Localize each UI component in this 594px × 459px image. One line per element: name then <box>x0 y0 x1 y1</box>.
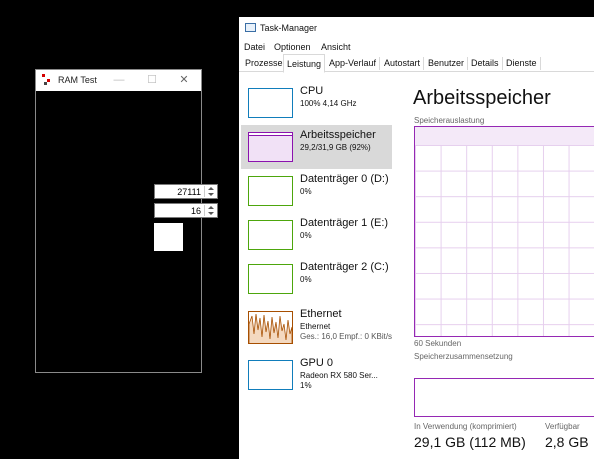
sidebar-item-label: Ethernet <box>300 308 342 320</box>
menu-datei[interactable]: Datei <box>244 42 265 52</box>
composition-label: Speicherzusammensetzung <box>414 352 513 361</box>
sidebar-item-label: Datenträger 2 (C:) <box>300 261 389 273</box>
tab-autostart[interactable]: Autostart <box>381 57 425 70</box>
page-title: Arbeitsspeicher <box>413 87 551 109</box>
tab-app-verlauf[interactable]: App-Verlauf <box>326 57 381 70</box>
task-manager-icon <box>245 23 256 32</box>
task-manager-titlebar[interactable]: Task-Manager <box>239 17 594 39</box>
memory-usage-grid <box>415 145 594 336</box>
start-button[interactable] <box>154 223 183 251</box>
disk-graph-thumbnail <box>248 220 293 250</box>
sidebar-item-disk-0[interactable]: Datenträger 0 (D:) 0% <box>241 169 392 213</box>
sidebar-item-label: Datenträger 1 (E:) <box>300 217 389 229</box>
ram-test-window: RAM Test — ☐ ✕ 27111 16 <box>35 69 218 373</box>
stepper-value: 16 <box>190 206 201 216</box>
sidebar-item-gpu[interactable]: GPU 0 Radeon RX 580 Ser... 1% <box>241 353 392 397</box>
sidebar-item-disk-1[interactable]: Datenträger 1 (E:) 0% <box>241 213 392 257</box>
minimize-icon[interactable]: — <box>110 72 128 88</box>
sidebar-item-value: 29,2/31,9 GB (92%) <box>300 143 371 152</box>
sidebar-item-label: Arbeitsspeicher <box>300 129 376 141</box>
sidebar-item-value: 0% <box>300 187 312 196</box>
available-value: 2,8 GB <box>545 434 589 450</box>
task-manager-window: Task-Manager Datei Optionen Ansicht Proz… <box>239 17 594 459</box>
memory-detail-pane: Arbeitsspeicher Speicherauslastung 60 Se… <box>399 72 594 459</box>
window-title: RAM Test <box>58 75 97 85</box>
time-axis-label: 60 Sekunden <box>414 339 462 348</box>
tab-prozesse[interactable]: Prozesse <box>242 57 287 70</box>
menu-optionen[interactable]: Optionen <box>274 42 311 52</box>
sidebar-item-usage: 1% <box>300 381 312 390</box>
stepper-value: 27111 <box>177 187 201 197</box>
sidebar-item-memory[interactable]: Arbeitsspeicher 29,2/31,9 GB (92%) <box>241 125 392 169</box>
tab-bar: Prozesse Leistung App-Verlauf Autostart … <box>239 54 594 73</box>
sidebar-item-disk-2[interactable]: Datenträger 2 (C:) 0% <box>241 257 392 301</box>
tab-benutzer[interactable]: Benutzer <box>425 57 469 70</box>
sidebar-item-cpu[interactable]: CPU 100% 4,14 GHz <box>241 81 392 125</box>
sidebar-item-throughput: Ges.: 16,0 Empf.: 0 KBit/s <box>300 332 393 341</box>
stepper-arrows-icon[interactable] <box>204 205 216 216</box>
gpu-graph-thumbnail <box>248 360 293 390</box>
stepper-arrows-icon[interactable] <box>204 186 216 197</box>
sidebar-item-label: CPU <box>300 85 324 97</box>
memory-composition-bar <box>414 378 594 417</box>
memory-usage-graph <box>414 126 594 337</box>
usage-graph-label: Speicherauslastung <box>414 116 485 125</box>
disk-graph-thumbnail <box>248 264 293 294</box>
sidebar-item-value: 0% <box>300 275 312 284</box>
tab-dienste[interactable]: Dienste <box>503 57 541 70</box>
menu-ansicht[interactable]: Ansicht <box>321 42 351 52</box>
close-icon[interactable]: ✕ <box>175 72 193 88</box>
menu-bar: Datei Optionen Ansicht <box>239 39 594 55</box>
memory-graph-thumbnail <box>248 132 293 162</box>
app-icon <box>42 74 52 85</box>
cpu-graph-thumbnail <box>248 88 293 118</box>
threads-stepper[interactable]: 16 <box>154 203 218 218</box>
tab-details[interactable]: Details <box>468 57 503 70</box>
disk-graph-thumbnail <box>248 176 293 206</box>
sidebar-item-value: 0% <box>300 231 312 240</box>
in-use-value: 29,1 GB (112 MB) <box>414 434 526 450</box>
sidebar-item-label: Datenträger 0 (D:) <box>300 173 389 185</box>
tab-leistung[interactable]: Leistung <box>283 54 326 73</box>
available-label: Verfügbar <box>545 422 580 431</box>
window-title: Task-Manager <box>260 23 318 33</box>
ram-test-titlebar[interactable]: RAM Test — ☐ ✕ <box>36 70 201 91</box>
ethernet-traffic-icon <box>249 313 292 343</box>
ethernet-graph-thumbnail <box>248 311 293 344</box>
maximize-icon[interactable]: ☐ <box>143 72 161 88</box>
sidebar-item-value: Radeon RX 580 Ser... <box>300 371 378 380</box>
sidebar-item-label: GPU 0 <box>300 357 334 369</box>
megabytes-stepper[interactable]: 27111 <box>154 184 218 199</box>
in-use-label: In Verwendung (komprimiert) <box>414 422 517 431</box>
sidebar-item-ethernet[interactable]: Ethernet Ethernet Ges.: 16,0 Empf.: 0 KB… <box>241 304 392 348</box>
sidebar-item-value: 100% 4,14 GHz <box>300 99 357 108</box>
sidebar-item-value: Ethernet <box>300 322 331 331</box>
